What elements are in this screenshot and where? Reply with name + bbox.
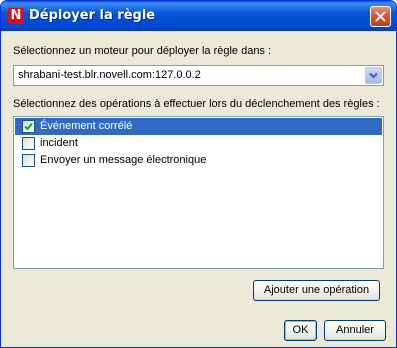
list-item-incident[interactable]: incident — [15, 135, 382, 152]
deploy-rule-dialog: N Déployer la règle Sélectionnez un mote… — [0, 0, 397, 348]
correlated-event-checkbox[interactable] — [22, 120, 35, 133]
engine-dropdown-button[interactable] — [365, 67, 382, 84]
close-icon — [375, 11, 386, 22]
title-bar[interactable]: N Déployer la règle — [1, 1, 396, 31]
operations-label: Sélectionnez des opérations à effectuer … — [13, 98, 380, 110]
list-item-label: Envoyer un message électronique — [40, 154, 207, 166]
list-item-send-email[interactable]: Envoyer un message électronique — [15, 152, 382, 169]
engine-label: Sélectionnez un moteur pour déployer la … — [13, 45, 272, 57]
incident-checkbox[interactable] — [22, 137, 35, 150]
chevron-down-icon — [369, 72, 378, 79]
list-item-label: Événement corrélé — [40, 120, 133, 132]
dialog-title: Déployer la règle — [29, 8, 156, 23]
engine-selected-value: shrabani-test.blr.novell.com:127.0.0.2 — [18, 69, 201, 81]
close-button[interactable] — [370, 6, 391, 27]
list-item-label: incident — [40, 137, 78, 149]
ok-button[interactable]: OK — [284, 320, 317, 341]
novell-app-icon: N — [8, 8, 24, 24]
engine-select[interactable]: shrabani-test.blr.novell.com:127.0.0.2 — [13, 65, 384, 86]
add-operation-button[interactable]: Ajouter une opération — [253, 280, 380, 301]
send-email-checkbox[interactable] — [22, 154, 35, 167]
checkmark-icon — [24, 122, 33, 131]
list-item-correlated-event[interactable]: Événement corrélé — [15, 118, 382, 135]
cancel-button[interactable]: Annuler — [324, 320, 386, 341]
operations-list[interactable]: Événement corrélé incident Envoyer un me… — [13, 116, 384, 269]
